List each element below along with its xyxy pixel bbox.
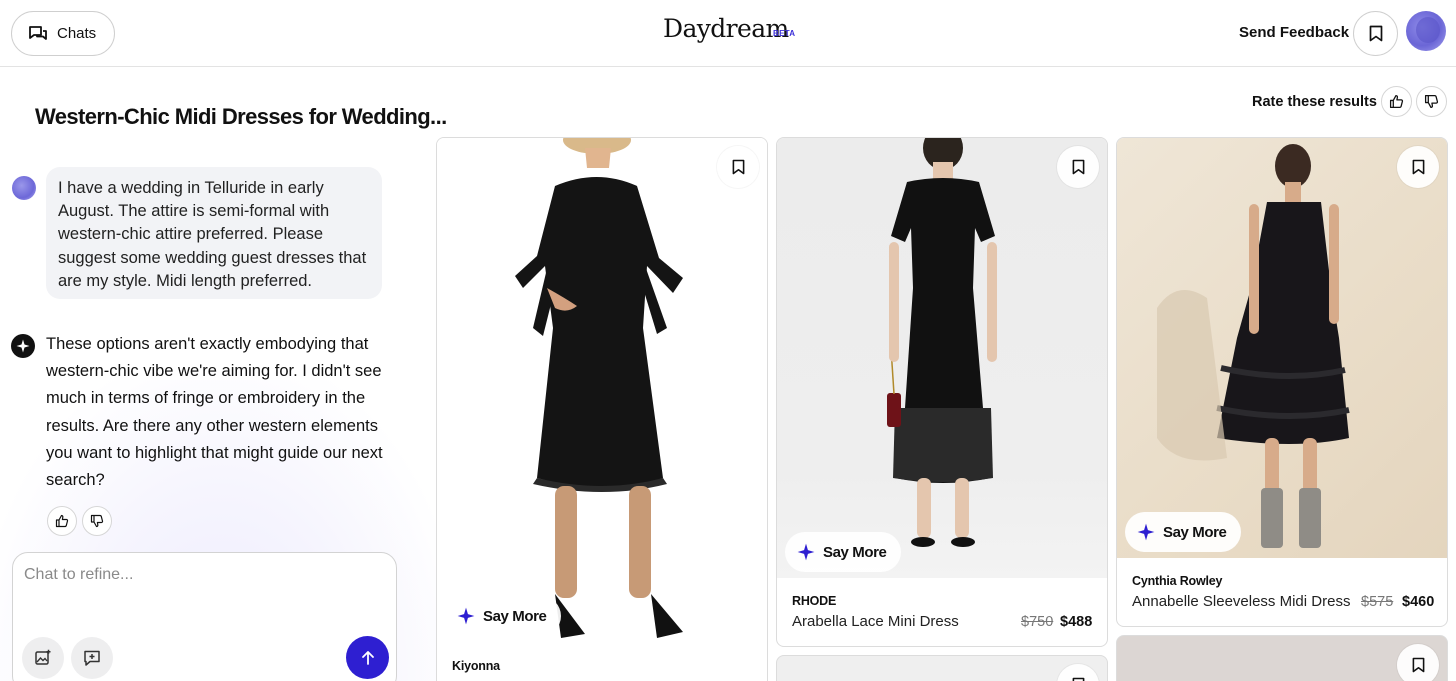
product-image[interactable]: [1117, 138, 1447, 558]
bookmark-icon: [1072, 159, 1084, 175]
user-message: I have a wedding in Telluride in early A…: [46, 167, 382, 299]
product-image[interactable]: [777, 138, 1107, 578]
dress-photo: [515, 138, 683, 638]
say-more-label: Say More: [823, 543, 887, 561]
sparkle-icon: [797, 543, 815, 561]
save-product-button[interactable]: [1057, 664, 1099, 681]
bookmark-icon: [1369, 25, 1382, 42]
thumbs-down-icon: [90, 514, 104, 528]
assistant-message: These options aren't exactly embodying t…: [46, 335, 383, 490]
product-name: Annabelle Sleeveless Midi Dress: [1132, 593, 1351, 610]
logo[interactable]: Daydream: [663, 14, 789, 43]
original-price: $575: [1361, 594, 1394, 610]
chat-composer: [12, 552, 397, 681]
image-plus-icon: [35, 649, 51, 665]
say-more-button[interactable]: Say More: [445, 596, 561, 636]
thumbs-up-button[interactable]: [47, 506, 77, 536]
chats-button[interactable]: Chats: [11, 11, 115, 56]
product-image[interactable]: [437, 138, 767, 646]
add-image-button[interactable]: [22, 637, 64, 679]
product-brand: RHODE: [792, 594, 837, 608]
product-card-rhode[interactable]: Say More RHODE Arabella Lace Mini Dress …: [776, 137, 1108, 647]
thumbs-down-icon: [1424, 94, 1439, 109]
beta-badge: BETA: [773, 29, 796, 38]
avatar[interactable]: [1406, 11, 1446, 51]
product-card-kiyonna[interactable]: Say More Kiyonna: [436, 137, 768, 681]
bookmark-icon: [1072, 677, 1084, 681]
rate-thumbs-up-button[interactable]: [1381, 86, 1412, 117]
saved-items-button[interactable]: [1353, 11, 1398, 56]
say-more-button[interactable]: Say More: [785, 532, 901, 572]
product-card-cynthia-rowley[interactable]: Say More Cynthia Rowley Annabelle Sleeve…: [1116, 137, 1448, 627]
bookmark-icon: [1412, 159, 1424, 175]
chat-input[interactable]: [24, 566, 364, 584]
bookmark-icon: [1412, 657, 1424, 673]
assistant-sparkle-icon: [11, 334, 35, 358]
chats-label: Chats: [57, 25, 97, 42]
product-card-next[interactable]: [1116, 635, 1448, 681]
save-product-button[interactable]: [1057, 146, 1099, 188]
arrow-up-icon: [361, 650, 374, 665]
save-product-button[interactable]: [717, 146, 759, 188]
say-more-button[interactable]: Say More: [1125, 512, 1241, 552]
original-price: $750: [1021, 614, 1054, 630]
say-more-label: Say More: [483, 607, 547, 625]
product-brand: Kiyonna: [452, 659, 500, 673]
save-product-button[interactable]: [1397, 146, 1439, 188]
chat-bubbles-icon: [29, 25, 47, 40]
product-card-next[interactable]: [776, 655, 1108, 681]
rate-thumbs-down-button[interactable]: [1416, 86, 1447, 117]
send-button[interactable]: [346, 636, 389, 679]
sparkle-icon: [457, 607, 475, 625]
thumbs-up-icon: [55, 514, 69, 528]
thumbs-up-icon: [1389, 94, 1404, 109]
save-product-button[interactable]: [1397, 644, 1439, 681]
sale-price: $460: [1402, 594, 1435, 610]
dress-photo: [887, 138, 997, 547]
thumbs-down-button[interactable]: [82, 506, 112, 536]
message-plus-icon: [84, 650, 100, 666]
new-prompt-button[interactable]: [71, 637, 113, 679]
bookmark-icon: [732, 159, 744, 175]
product-brand: Cynthia Rowley: [1132, 574, 1223, 588]
user-avatar: [12, 176, 36, 200]
say-more-label: Say More: [1163, 523, 1227, 541]
sale-price: $488: [1060, 614, 1093, 630]
page-title: Western-Chic Midi Dresses for Wedding...: [35, 104, 447, 129]
sparkle-icon: [1137, 523, 1155, 541]
send-feedback-link[interactable]: Send Feedback: [1239, 24, 1349, 41]
top-bar: Chats Daydream BETA Send Feedback: [0, 0, 1456, 67]
rate-results-label: Rate these results: [1252, 94, 1377, 110]
product-name: Arabella Lace Mini Dress: [792, 613, 959, 630]
dress-photo: [1157, 144, 1350, 548]
